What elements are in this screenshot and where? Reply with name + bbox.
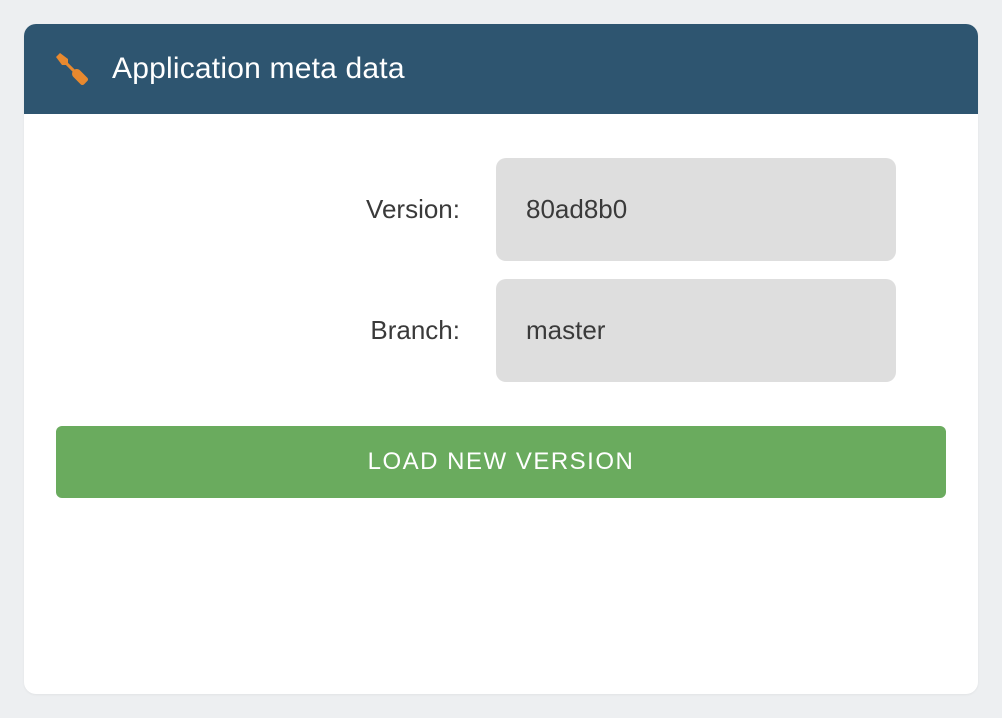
- card-header: Application meta data: [24, 24, 978, 114]
- branch-value: master: [496, 279, 896, 382]
- branch-row: Branch: master: [56, 279, 946, 382]
- card-body: Version: 80ad8b0 Branch: master LOAD NEW…: [24, 114, 978, 530]
- button-row: LOAD NEW VERSION: [56, 426, 946, 498]
- version-value: 80ad8b0: [496, 158, 896, 261]
- card-title: Application meta data: [112, 52, 405, 86]
- version-row: Version: 80ad8b0: [56, 158, 946, 261]
- version-label: Version:: [56, 194, 496, 225]
- branch-label: Branch:: [56, 315, 496, 346]
- metadata-card: Application meta data Version: 80ad8b0 B…: [24, 24, 978, 694]
- load-new-version-button[interactable]: LOAD NEW VERSION: [56, 426, 946, 498]
- wrench-icon: [56, 53, 88, 85]
